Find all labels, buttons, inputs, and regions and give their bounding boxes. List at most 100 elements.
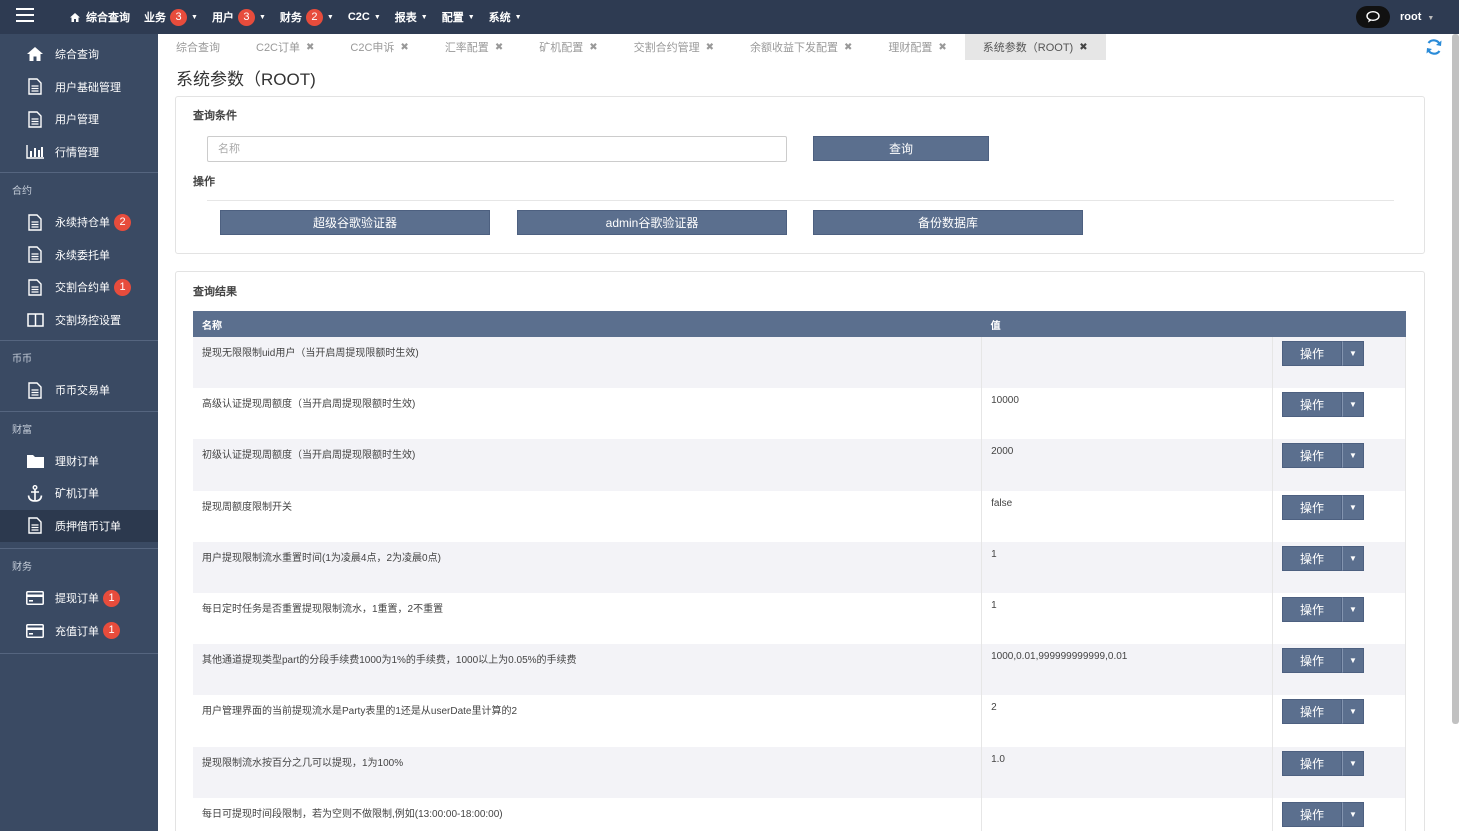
topnav-item-business[interactable]: 业务 3 ▼: [144, 8, 198, 26]
tab-label: 理财配置: [888, 42, 933, 54]
action-cell: 操作 ▼: [1272, 337, 1406, 389]
action-button[interactable]: 操作: [1282, 801, 1342, 827]
close-icon[interactable]: ✖: [400, 42, 408, 53]
action-button[interactable]: 操作: [1282, 443, 1342, 469]
name-search-input[interactable]: [207, 136, 787, 162]
sidebar-item-overview[interactable]: 综合查询: [0, 38, 158, 71]
close-icon[interactable]: ✖: [306, 42, 314, 53]
table-row: 初级认证提现周额度（当开启周提现限额时生效) 2000 操作 ▼: [193, 439, 1406, 491]
action-button[interactable]: 操作: [1282, 699, 1342, 725]
results-panel-title: 查询结果: [193, 286, 237, 298]
action-button[interactable]: 操作: [1282, 545, 1342, 571]
backup-database-button[interactable]: 备份数据库: [813, 210, 1083, 235]
action-button-group: 操作 ▼: [1282, 750, 1405, 776]
sidebar-item-label: 提现订单: [55, 593, 99, 606]
scrollbar[interactable]: [1452, 34, 1459, 724]
topnav-item-c2c[interactable]: C2C ▼: [348, 11, 381, 23]
operations-title: 操作: [193, 176, 215, 188]
sidebar-item-perpetual-position[interactable]: 永续持仓单 2: [0, 206, 158, 239]
caret-down-icon: ▼: [420, 13, 428, 21]
document-icon: [26, 517, 44, 535]
sidebar-item-miner-order[interactable]: 矿机订单: [0, 477, 158, 510]
sidebar-item-wealth-order[interactable]: 理财订单: [0, 445, 158, 478]
notification-badge: 3: [170, 8, 187, 26]
topnav-item-system[interactable]: 系统 ▼: [489, 9, 522, 25]
notification-badge: 1: [103, 622, 120, 640]
tab-system-params[interactable]: 系统参数（ROOT) ✖: [964, 34, 1106, 60]
sidebar-item-pledge-loan[interactable]: 质押借币订单: [0, 509, 158, 542]
table-row: 提现周额度限制开关 false 操作 ▼: [193, 490, 1406, 542]
close-icon[interactable]: ✖: [844, 42, 852, 53]
tab-c2c-order[interactable]: C2C订单 ✖: [238, 34, 332, 60]
sidebar-item-label: 永续持仓单: [55, 217, 110, 230]
caret-down-icon[interactable]: ▼: [1342, 648, 1364, 674]
tab-label: 汇率配置: [444, 42, 489, 54]
action-button[interactable]: 操作: [1282, 494, 1342, 520]
divider: [207, 200, 1394, 201]
tab-balance-income-config[interactable]: 余额收益下发配置 ✖: [732, 34, 870, 60]
sidebar-item-user-basic[interactable]: 用户基础管理: [0, 71, 158, 104]
caret-down-icon[interactable]: ▼: [1342, 443, 1364, 469]
anchor-icon: [26, 484, 44, 502]
document-icon: [26, 246, 44, 264]
tab-rate-config[interactable]: 汇率配置 ✖: [427, 34, 521, 60]
refresh-icon[interactable]: [1425, 38, 1443, 56]
action-button[interactable]: 操作: [1282, 596, 1342, 622]
topnav-item-overview[interactable]: 综合查询: [70, 9, 130, 25]
action-button[interactable]: 操作: [1282, 648, 1342, 674]
caret-down-icon[interactable]: ▼: [1342, 392, 1364, 418]
close-icon[interactable]: ✖: [495, 42, 503, 53]
action-button[interactable]: 操作: [1282, 392, 1342, 418]
tab-label: C2C订单: [256, 42, 301, 54]
sidebar-section-finance: 财务: [0, 548, 158, 582]
param-value: false: [981, 490, 1273, 542]
close-icon[interactable]: ✖: [1079, 42, 1087, 53]
admin-google-auth-button[interactable]: admin谷歌验证器: [517, 210, 787, 235]
sidebar-item-perpetual-order[interactable]: 永续委托单: [0, 239, 158, 272]
topnav-item-config[interactable]: 配置 ▼: [442, 9, 475, 25]
topnav-item-report[interactable]: 报表 ▼: [395, 9, 428, 25]
caret-down-icon[interactable]: ▼: [1342, 699, 1364, 725]
tab-wealth-config[interactable]: 理财配置 ✖: [870, 34, 964, 60]
sidebar-item-delivery-contract[interactable]: 交割合约单 1: [0, 271, 158, 304]
topnav-label: C2C: [347, 11, 370, 23]
tab-overview[interactable]: 综合查询: [158, 34, 238, 60]
close-icon[interactable]: ✖: [938, 42, 946, 53]
action-button[interactable]: 操作: [1282, 750, 1342, 776]
tab-delivery-manage[interactable]: 交割合约管理 ✖: [616, 34, 732, 60]
caret-down-icon[interactable]: ▼: [1342, 750, 1364, 776]
tab-miner-config[interactable]: 矿机配置 ✖: [521, 34, 615, 60]
topnav-item-user[interactable]: 用户 3 ▼: [212, 8, 266, 26]
action-cell: 操作 ▼: [1272, 746, 1406, 798]
tab-label: 综合查询: [176, 42, 220, 54]
tab-c2c-appeal[interactable]: C2C申诉 ✖: [332, 34, 426, 60]
sidebar-section-contract: 合约: [0, 172, 158, 206]
topnav-label: 系统: [488, 12, 511, 24]
document-icon: [26, 381, 44, 399]
sidebar-item-recharge-order[interactable]: 充值订单 1: [0, 615, 158, 648]
sidebar-item-label: 永续委托单: [55, 249, 110, 262]
close-icon[interactable]: ✖: [706, 42, 714, 53]
sidebar-item-user-manage[interactable]: 用户管理: [0, 103, 158, 136]
sidebar-item-market[interactable]: 行情管理: [0, 136, 158, 169]
caret-down-icon[interactable]: ▼: [1342, 545, 1364, 571]
close-icon[interactable]: ✖: [589, 42, 597, 53]
user-menu[interactable]: root ▼: [1400, 11, 1434, 23]
sidebar-item-label: 币币交易单: [55, 385, 110, 398]
chat-button[interactable]: [1356, 6, 1390, 28]
sidebar-item-withdraw-order[interactable]: 提现订单 1: [0, 582, 158, 615]
sidebar-item-coin-trade[interactable]: 币币交易单: [0, 374, 158, 407]
caret-down-icon[interactable]: ▼: [1342, 801, 1364, 827]
param-name: 初级认证提现周额度（当开启周提现限额时生效): [193, 439, 983, 491]
caret-down-icon[interactable]: ▼: [1342, 494, 1364, 520]
sidebar-item-delivery-control[interactable]: 交割场控设置: [0, 304, 158, 337]
search-button[interactable]: 查询: [813, 136, 989, 161]
param-value: [981, 797, 1273, 831]
action-button[interactable]: 操作: [1282, 341, 1342, 366]
topnav-item-finance[interactable]: 财务 2 ▼: [280, 8, 334, 26]
hamburger-menu-icon[interactable]: [16, 8, 34, 22]
caret-down-icon[interactable]: ▼: [1342, 596, 1364, 622]
super-google-auth-button[interactable]: 超级谷歌验证器: [220, 210, 490, 235]
caret-down-icon[interactable]: ▼: [1342, 341, 1364, 366]
action-button-group: 操作 ▼: [1282, 545, 1405, 571]
